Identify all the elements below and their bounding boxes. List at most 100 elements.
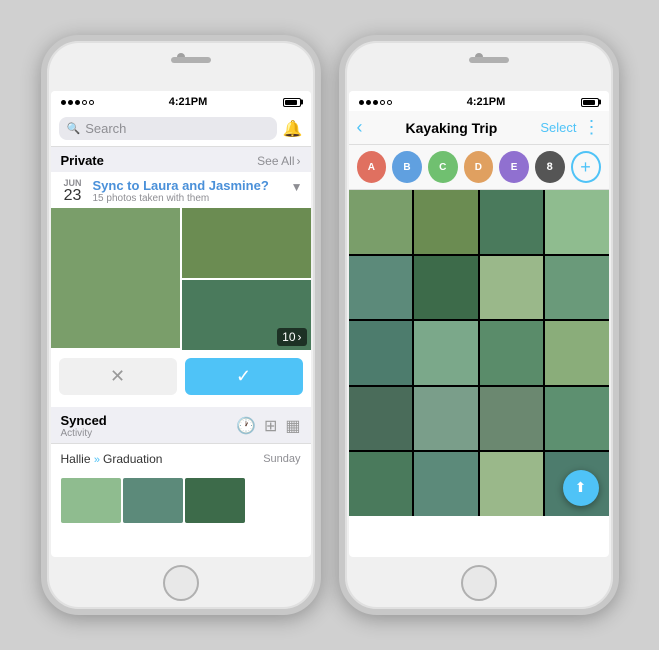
more-menu-icon[interactable]: ⋮ [583,117,601,138]
grid-photo-13[interactable] [349,387,413,451]
search-icon: 🔍 [67,122,81,135]
battery-right [581,98,599,107]
grid-photo-2[interactable] [414,190,478,254]
grid-photo-12[interactable] [545,321,609,385]
screen-left: 4:21PM 🔍 Search 🔔 Private Se [51,91,311,557]
select-button[interactable]: Select [540,120,576,135]
rdot1 [359,100,364,105]
card-chevron-icon: ▼ [291,178,303,194]
photo-top-right[interactable] [182,208,311,278]
home-button-right[interactable] [461,565,497,601]
rdot3 [373,100,378,105]
rdot5 [387,100,392,105]
dot3 [75,100,80,105]
avatar-strip: A B C D E 8 + [349,145,609,190]
synced-header: Synced Activity 🕐 ⊞ ▦ [51,407,311,443]
grid-photo-15[interactable] [480,387,544,451]
grid-photo-14[interactable] [414,387,478,451]
thumb-1[interactable] [61,478,121,523]
avatar-5[interactable]: E [499,151,529,183]
phone-left: 4:21PM 🔍 Search 🔔 Private Se [41,35,321,615]
accept-icon: ✓ [236,366,251,387]
synced-title: Synced [61,413,107,428]
synced-item[interactable]: Hallie » Graduation Sunday [51,443,311,474]
grid-photo-19[interactable] [480,452,544,516]
photo-tall-left[interactable] [51,208,180,348]
more-photos-count[interactable]: 10 › [277,328,306,346]
rdot2 [366,100,371,105]
nav-title: Kayaking Trip [369,120,535,136]
home-button-left[interactable] [163,565,199,601]
grid-photo-11[interactable] [480,321,544,385]
date-box: JUN 23 [59,178,87,204]
thumb-2[interactable] [123,478,183,523]
signal-dots-right [359,100,392,105]
card-title-wrap: Sync to Laura and Jasmine? 15 photos tak… [93,178,285,204]
synced-title-group: Synced Activity [61,413,107,439]
search-placeholder: Search [85,121,126,136]
battery-fill-right [583,100,596,105]
synced-thumbnails [51,474,311,527]
decline-icon: ✕ [110,366,125,387]
status-bar-left: 4:21PM [51,91,311,111]
avatar-2[interactable]: B [392,151,422,183]
thumb-3[interactable] [185,478,245,523]
avatar-1[interactable]: A [357,151,387,183]
nav-bar-right: ‹ Kayaking Trip Select ⋮ [349,111,609,145]
back-button[interactable]: ‹ [357,117,363,138]
avatar-count[interactable]: 8 [535,151,565,183]
battery-left [283,98,301,107]
dot4 [82,100,87,105]
grid-photo-4[interactable] [545,190,609,254]
avatar-3[interactable]: C [428,151,458,183]
private-card: JUN 23 Sync to Laura and Jasmine? 15 pho… [51,172,311,403]
grid-photo-7[interactable] [480,256,544,320]
time-left: 4:21PM [169,96,208,108]
grid-photo-3[interactable] [480,190,544,254]
time-right: 4:21PM [467,96,506,108]
upload-icon: ⬆ [575,479,587,496]
accept-button[interactable]: ✓ [185,358,303,395]
dot1 [61,100,66,105]
action-bar: ✕ ✓ [51,350,311,403]
battery-fill-left [285,100,298,105]
date-day: 23 [64,188,82,204]
card-subtitle: 15 photos taken with them [93,193,285,204]
grid-photo-1[interactable] [349,190,413,254]
grid-photo-5[interactable] [349,256,413,320]
upload-fab-button[interactable]: ⬆ [563,470,599,506]
grid-photo-8[interactable] [545,256,609,320]
avatar-4[interactable]: D [464,151,494,183]
search-input-wrap[interactable]: 🔍 Search [59,117,277,140]
speaker-left [171,57,211,63]
grid-photo-18[interactable] [414,452,478,516]
phone-right: 4:21PM ‹ Kayaking Trip Select ⋮ A B C D [339,35,619,615]
grid-photo-10[interactable] [414,321,478,385]
grid-photo-6[interactable] [414,256,478,320]
card-photo-grid: 10 › [51,208,311,350]
photo-grid-main: ⬆ [349,190,609,516]
chevron-right-icon: › [297,154,301,168]
card-title[interactable]: Sync to Laura and Jasmine? [93,178,285,193]
grid-photo-9[interactable] [349,321,413,385]
list-icon[interactable]: ▦ [285,416,300,436]
decline-button[interactable]: ✕ [59,358,177,395]
status-right-right [581,98,599,107]
add-avatar-button[interactable]: + [571,151,601,183]
private-title: Private [61,153,104,168]
grid-photo-16[interactable] [545,387,609,451]
photo-bottom-right[interactable]: 10 › [182,280,311,350]
clock-icon[interactable]: 🕐 [236,416,256,436]
synced-arrow-icon: » [94,454,103,466]
search-bar: 🔍 Search 🔔 [51,111,311,147]
grid-photo-17[interactable] [349,452,413,516]
see-all-button[interactable]: See All › [257,154,300,168]
grid-icon[interactable]: ⊞ [264,416,277,436]
signal-dots-left [61,100,94,105]
bell-icon[interactable]: 🔔 [283,119,303,139]
chevron-right-small-icon: › [298,330,302,344]
dot2 [68,100,73,105]
speaker-right [469,57,509,63]
screen-right: 4:21PM ‹ Kayaking Trip Select ⋮ A B C D [349,91,609,557]
synced-item-date: Sunday [263,453,300,465]
